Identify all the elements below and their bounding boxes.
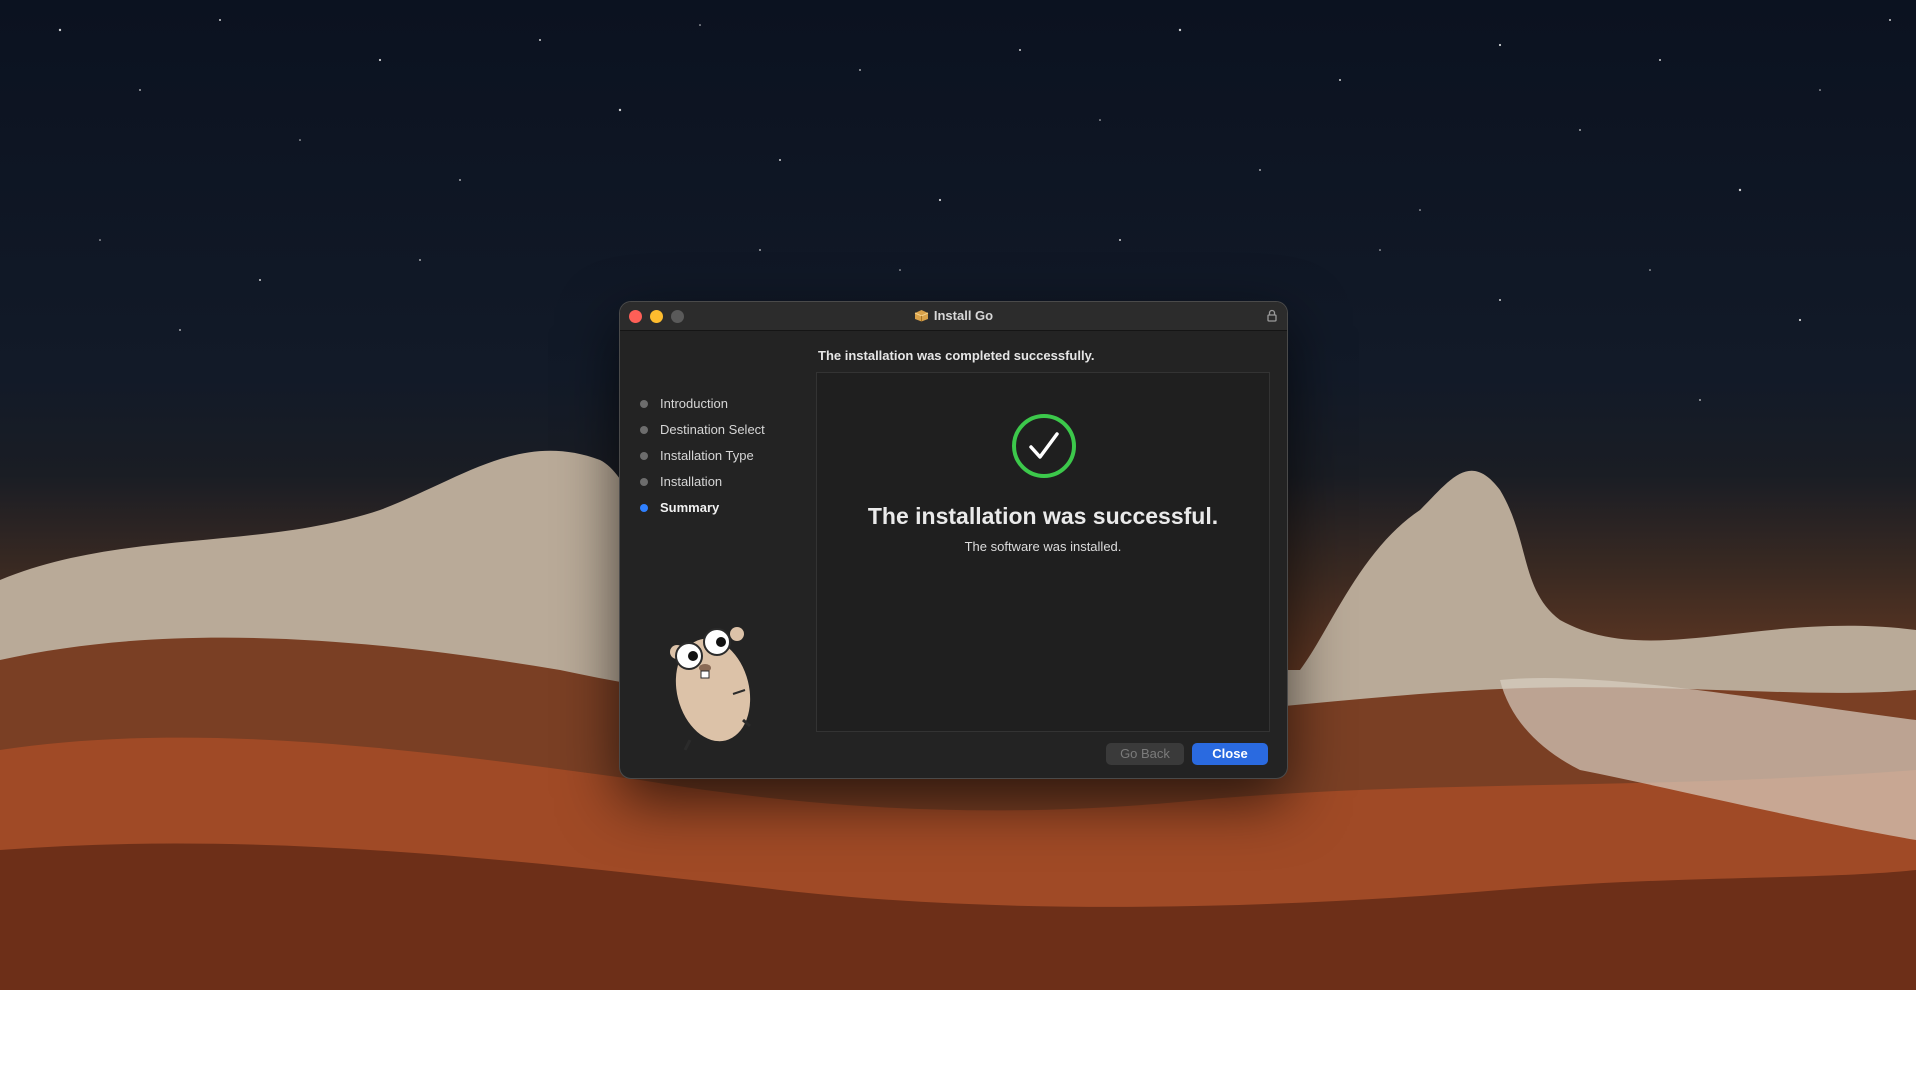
window-title: Install Go: [933, 308, 994, 323]
package-icon: [914, 309, 929, 325]
step-destination-select: Destination Select: [640, 421, 765, 447]
step-installation-type: Installation Type: [640, 447, 765, 473]
close-button[interactable]: Close: [1192, 743, 1268, 765]
step-dot-active: [640, 504, 648, 512]
step-introduction: Introduction: [640, 395, 765, 421]
checkmark-circle-icon: [1011, 413, 1077, 484]
step-dot: [640, 400, 648, 408]
go-back-button[interactable]: Go Back: [1106, 743, 1184, 765]
step-summary: Summary: [640, 499, 765, 525]
step-dot: [640, 426, 648, 434]
step-dot: [640, 452, 648, 460]
window-title-group: Install Go: [620, 308, 1287, 325]
success-title: The installation was successful.: [867, 503, 1219, 529]
steps-list: Introduction Destination Select Installa…: [640, 395, 765, 525]
step-label: Installation Type: [660, 448, 754, 463]
step-installation: Installation: [640, 473, 765, 499]
step-label: Installation: [660, 474, 723, 489]
step-label: Introduction: [660, 396, 728, 411]
gopher-mascot: [655, 612, 765, 757]
success-subtitle: The software was installed.: [964, 539, 1122, 554]
step-dot: [640, 478, 648, 486]
installer-window: Install Go The installation was complete…: [620, 302, 1287, 778]
title-bar[interactable]: Install Go: [620, 302, 1287, 331]
step-label: Summary: [660, 500, 720, 515]
header-message: The installation was completed successfu…: [818, 348, 1095, 363]
lock-icon[interactable]: [1267, 309, 1277, 327]
summary-panel: The installation was successful. The sof…: [816, 372, 1270, 732]
step-label: Destination Select: [660, 422, 765, 437]
